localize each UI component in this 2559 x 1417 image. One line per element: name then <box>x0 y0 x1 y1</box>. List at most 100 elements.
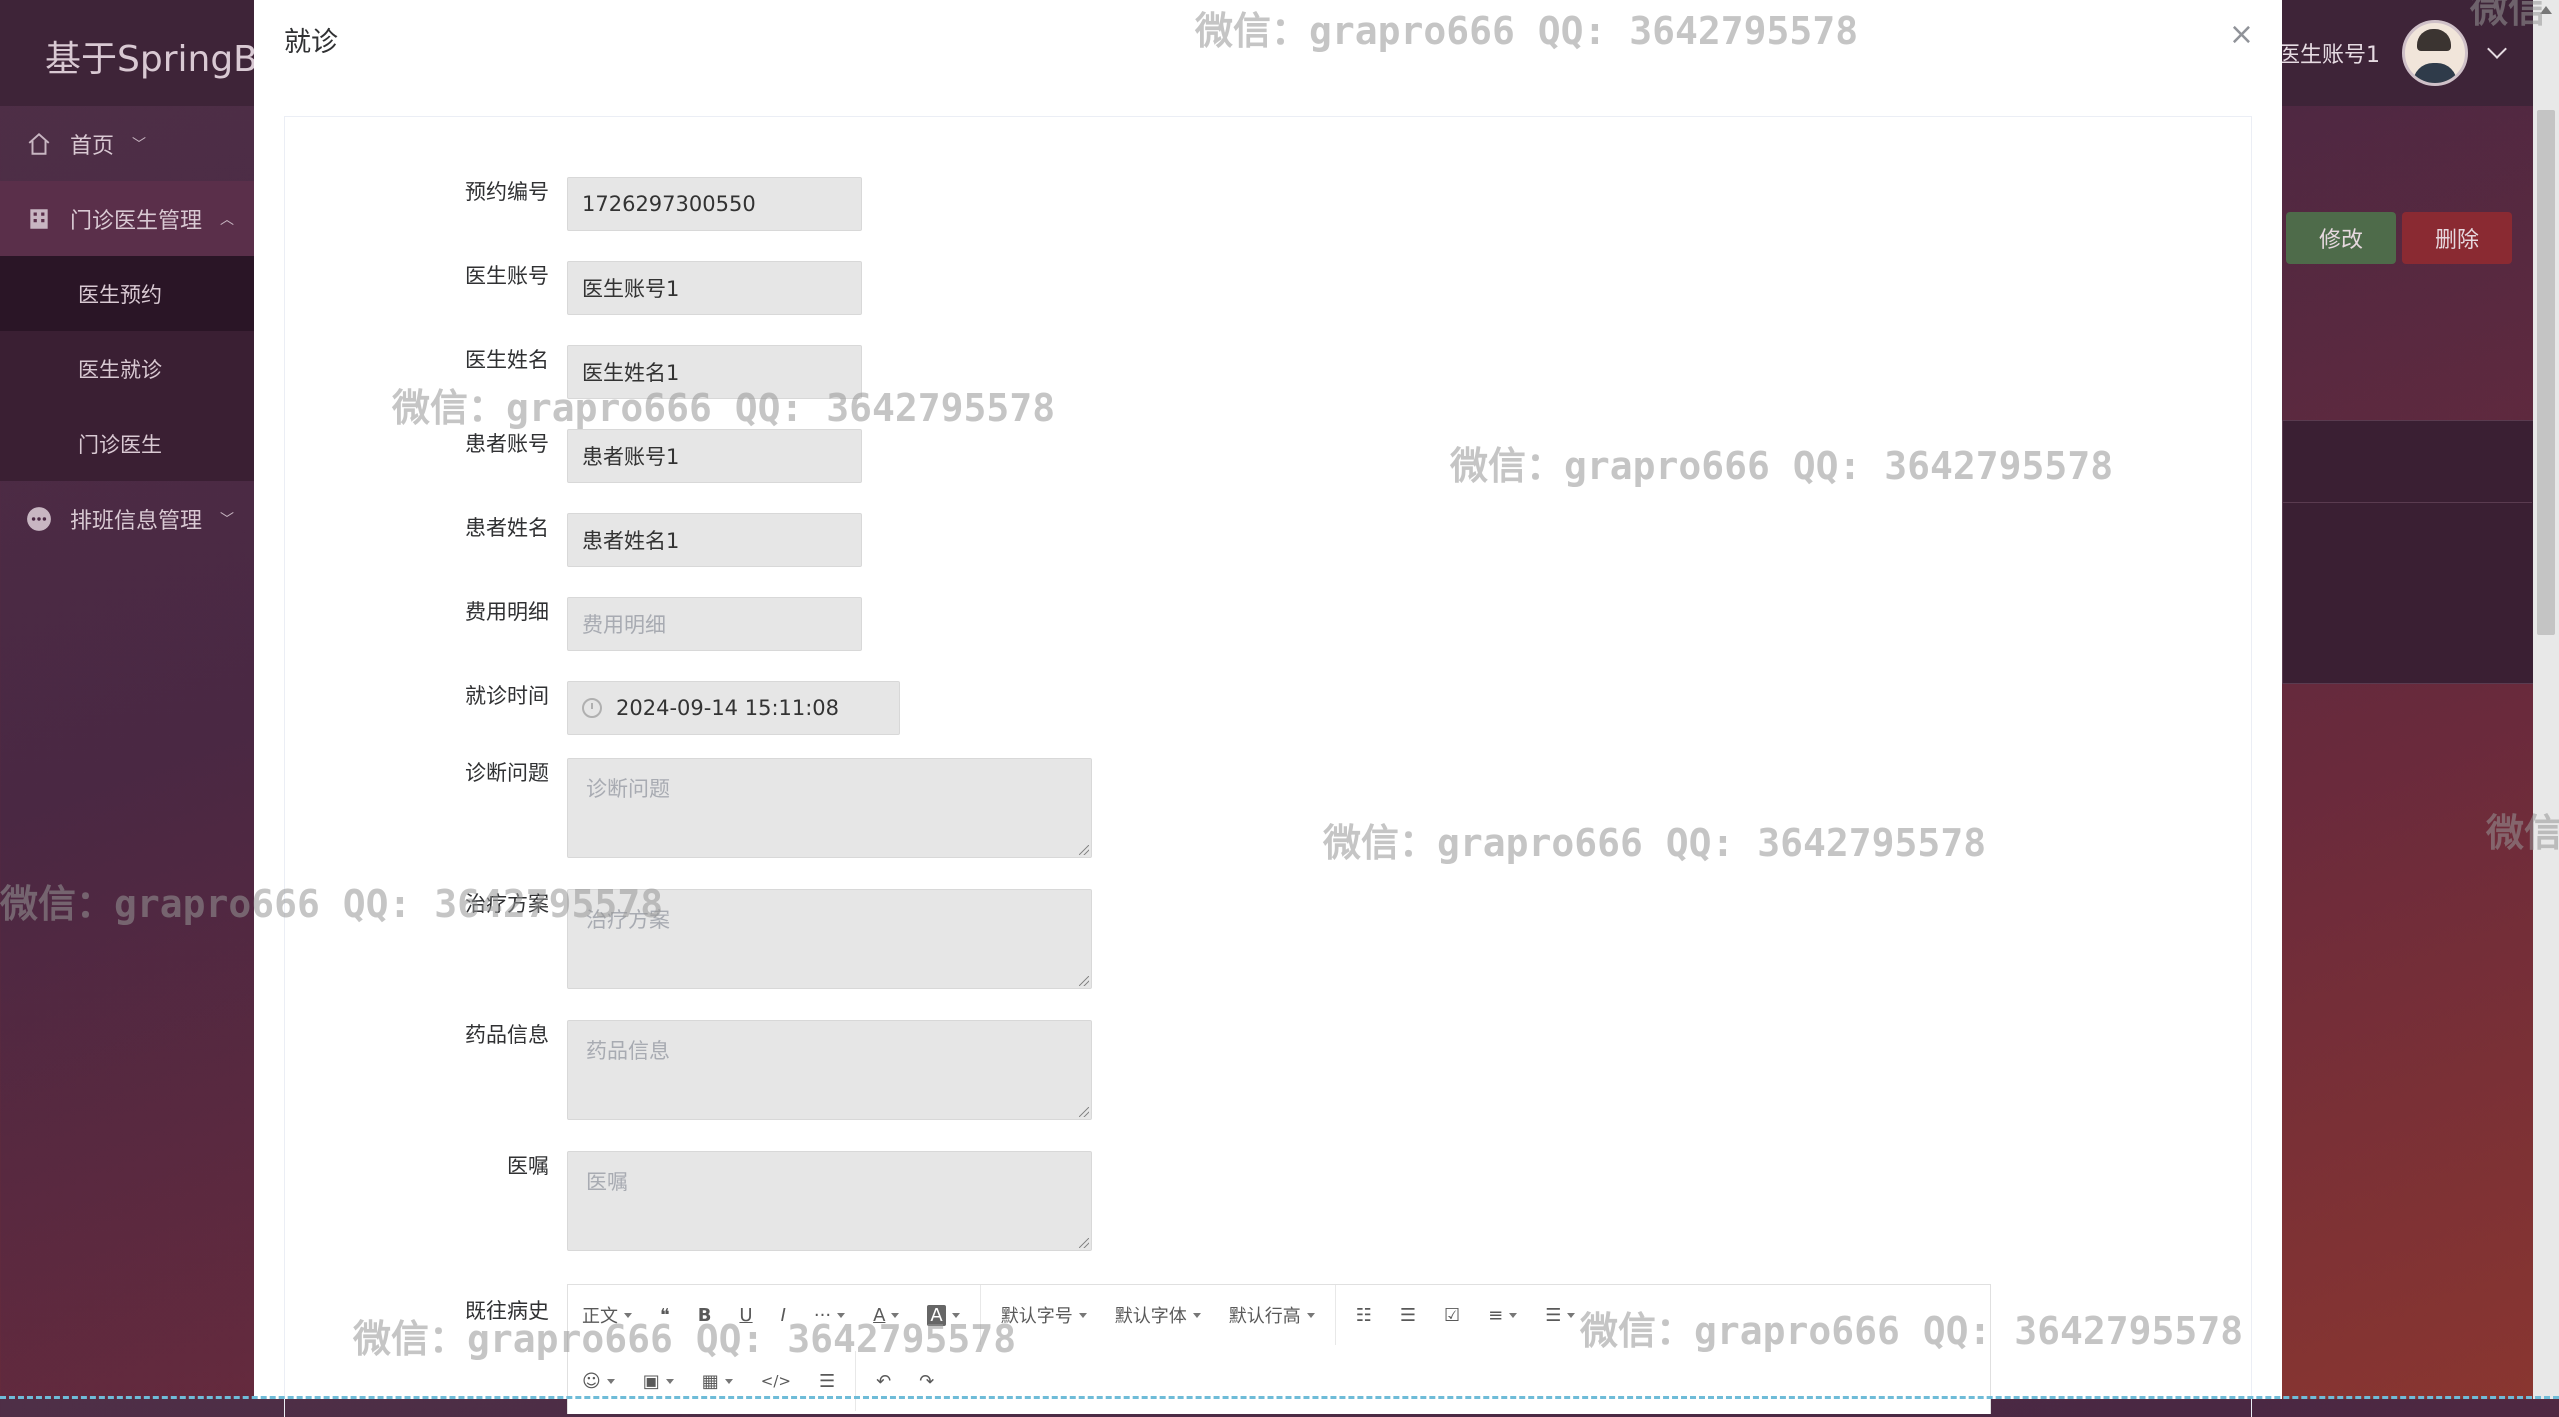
building-icon <box>30 208 48 229</box>
dialog-form: 预约编号 1726297300550 医生账号 医生账号1 医生姓名 医生姓名1… <box>284 116 2252 1417</box>
history-rich-editor[interactable]: 正文 ❝ B U I ··· A A 默认字号 默认字体 默认行高 ☷ ☰ ☑ <box>567 1284 1991 1414</box>
chevron-down-icon: ﹀ <box>220 511 235 528</box>
sidebar-item-label: 门诊医生管理 <box>70 208 203 234</box>
resize-grip-icon[interactable] <box>1079 1107 1089 1117</box>
toolbar-divider <box>979 1285 981 1345</box>
align-dropdown[interactable]: ≡ <box>1474 1305 1531 1326</box>
field-label: 就诊时间 <box>465 684 549 708</box>
diagnosis-textarea[interactable]: 诊断问题 <box>567 758 1092 858</box>
field-label: 诊断问题 <box>465 761 549 785</box>
user-menu[interactable]: 旦 医生账号1 <box>2249 20 2507 86</box>
page-scrollbar[interactable] <box>2533 0 2559 1399</box>
resize-grip-icon[interactable] <box>1079 845 1089 855</box>
form-row-diagnosis: 诊断问题 诊断问题 <box>285 758 1092 858</box>
more-dots-icon <box>27 506 51 531</box>
table-divider <box>2282 502 2532 503</box>
form-row-treatment: 治疗方案 治疗方案 <box>285 889 1092 989</box>
divider-line-icon[interactable]: ☰ <box>805 1371 849 1392</box>
table-dropdown[interactable]: ▦ <box>688 1371 747 1392</box>
sidebar-item-outpatient-doctor[interactable]: 门诊医生管理 ︿ <box>0 181 254 256</box>
underline-icon[interactable]: U <box>725 1305 766 1326</box>
font-size-dropdown[interactable]: 默认字号 <box>987 1302 1101 1328</box>
medicine-textarea[interactable]: 药品信息 <box>567 1020 1092 1120</box>
chevron-down-icon[interactable] <box>2487 39 2507 59</box>
sidebar-item-label: 首页 <box>70 133 115 159</box>
dialog-title: 就诊 <box>284 27 338 58</box>
bold-icon[interactable]: B <box>684 1305 726 1326</box>
sidebar-subitem-doctor-visit[interactable]: 医生就诊 <box>0 331 254 406</box>
field-label: 医生姓名 <box>465 348 549 372</box>
more-format-dropdown[interactable]: ··· <box>800 1305 859 1326</box>
code-icon[interactable]: </> <box>747 1372 805 1390</box>
doctor-account-input[interactable]: 医生账号1 <box>567 261 862 315</box>
delete-button[interactable]: 删除 <box>2402 212 2512 264</box>
form-row-appointment-no: 预约编号 1726297300550 <box>285 177 862 231</box>
chevron-up-icon: ︿ <box>220 211 235 228</box>
table-panel <box>2282 420 2534 684</box>
clock-icon <box>582 698 602 718</box>
emoji-dropdown[interactable]: ☺ <box>568 1371 629 1392</box>
scroll-up-arrow-icon[interactable] <box>2540 6 2552 14</box>
fee-detail-input[interactable]: 费用明细 <box>567 597 862 651</box>
sidebar-subitem-doctor-appointment[interactable]: 医生预约 <box>0 256 254 331</box>
visit-time-picker[interactable]: 2024-09-14 15:11:08 <box>567 681 900 735</box>
sidebar-subitem-outpatient-doctor[interactable]: 门诊医生 <box>0 406 254 481</box>
redo-icon[interactable]: ↷ <box>905 1371 948 1392</box>
field-label: 费用明细 <box>465 600 549 624</box>
undo-icon[interactable]: ↶ <box>862 1371 905 1392</box>
textarea-placeholder: 药品信息 <box>586 1039 670 1063</box>
field-label: 医嘱 <box>507 1154 549 1178</box>
field-label: 药品信息 <box>465 1023 549 1047</box>
field-label: 患者姓名 <box>465 516 549 540</box>
textarea-placeholder: 医嘱 <box>586 1170 628 1194</box>
resize-grip-icon[interactable] <box>1079 1238 1089 1248</box>
form-row-medicine: 药品信息 药品信息 <box>285 1020 1092 1120</box>
advice-textarea[interactable]: 医嘱 <box>567 1151 1092 1251</box>
bullet-list-icon[interactable]: ☷ <box>1342 1305 1386 1326</box>
indent-dropdown[interactable]: ☰ <box>1531 1305 1589 1326</box>
quote-icon[interactable]: ❝ <box>646 1305 684 1326</box>
close-icon[interactable]: × <box>2229 20 2254 50</box>
field-label: 预约编号 <box>465 180 549 204</box>
form-row-fee-detail: 费用明细 费用明细 <box>285 597 862 651</box>
form-row-doctor-account: 医生账号 医生账号1 <box>285 261 862 315</box>
form-row-history: 既往病史 正文 ❝ B U I ··· A A 默认字号 默认字体 默认行高 ☷ <box>285 1284 1991 1414</box>
font-color-dropdown[interactable]: A <box>859 1305 913 1326</box>
image-dropdown[interactable]: ▣ <box>629 1371 688 1392</box>
resize-grip-icon[interactable] <box>1079 976 1089 986</box>
form-row-advice: 医嘱 医嘱 <box>285 1151 1092 1251</box>
editor-toolbar-row2: ☺ ▣ ▦ </> ☰ ↶ ↷ <box>568 1351 1990 1411</box>
textarea-placeholder: 治疗方案 <box>586 908 670 932</box>
visit-dialog: 就诊 × 预约编号 1726297300550 医生账号 医生账号1 医生姓名 … <box>254 0 2282 1417</box>
form-row-patient-account: 患者账号 患者账号1 <box>285 429 862 483</box>
visit-time-value: 2024-09-14 15:11:08 <box>616 696 840 720</box>
toolbar-divider <box>1334 1285 1336 1345</box>
scrollbar-thumb[interactable] <box>2537 110 2555 635</box>
font-family-dropdown[interactable]: 默认字体 <box>1101 1302 1215 1328</box>
sidebar-item-home[interactable]: 首页 ﹀ <box>0 106 254 181</box>
treatment-textarea[interactable]: 治疗方案 <box>567 889 1092 989</box>
textarea-placeholder: 诊断问题 <box>586 777 670 801</box>
avatar[interactable] <box>2402 20 2468 86</box>
patient-name-input[interactable]: 患者姓名1 <box>567 513 862 567</box>
field-label: 治疗方案 <box>465 892 549 916</box>
field-label: 医生账号 <box>465 264 549 288</box>
sidebar: 首页 ﹀ 门诊医生管理 ︿ 医生预约 医生就诊 门诊医生 排班信息管理 ﹀ <box>0 106 254 1399</box>
toolbar-divider <box>855 1351 857 1411</box>
form-row-doctor-name: 医生姓名 医生姓名1 <box>285 345 862 399</box>
background-color-dropdown[interactable]: A <box>913 1304 973 1326</box>
doctor-name-input[interactable]: 医生姓名1 <box>567 345 862 399</box>
patient-account-input[interactable]: 患者账号1 <box>567 429 862 483</box>
sidebar-item-schedule[interactable]: 排班信息管理 ﹀ <box>0 481 254 556</box>
paragraph-style-dropdown[interactable]: 正文 <box>568 1302 646 1328</box>
italic-icon[interactable]: I <box>767 1305 800 1326</box>
field-label: 既往病史 <box>465 1299 549 1323</box>
field-label: 患者账号 <box>465 432 549 456</box>
todo-checkbox-icon[interactable]: ☑ <box>1430 1305 1474 1326</box>
edit-button[interactable]: 修改 <box>2286 212 2396 264</box>
line-height-dropdown[interactable]: 默认行高 <box>1215 1302 1329 1328</box>
sidebar-item-label: 排班信息管理 <box>70 508 203 534</box>
numbered-list-icon[interactable]: ☰ <box>1386 1305 1430 1326</box>
appointment-no-input[interactable]: 1726297300550 <box>567 177 862 231</box>
chevron-down-icon: ﹀ <box>132 136 147 153</box>
